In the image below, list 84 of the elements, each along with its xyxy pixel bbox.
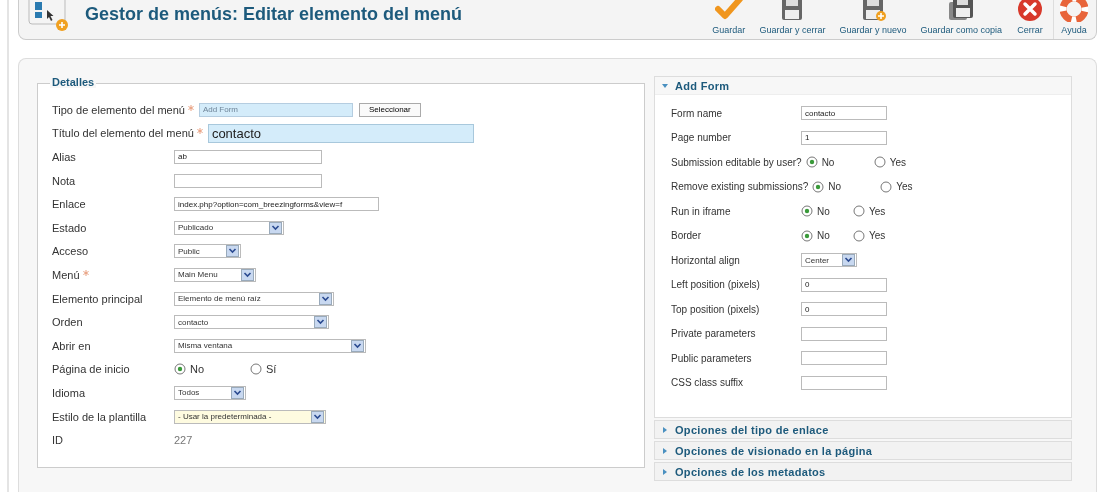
toolbar-button[interactable]: Guardar como copia xyxy=(913,0,1009,39)
input-field[interactable]: ab xyxy=(174,150,322,164)
radio-label: Yes xyxy=(869,230,886,242)
field-label: Alias xyxy=(52,151,76,163)
dropdown[interactable]: Publicado xyxy=(174,220,284,235)
dropdown[interactable]: Main Menu xyxy=(174,267,256,282)
dropdown[interactable]: contacto xyxy=(174,315,329,330)
field-label: Border xyxy=(671,230,702,242)
dropdown[interactable]: Public xyxy=(174,244,241,259)
radio-button[interactable] xyxy=(853,205,865,218)
toolbar-button[interactable]: Ayuda xyxy=(1053,0,1092,39)
dropdown[interactable]: Center xyxy=(801,253,857,268)
radio-label: No xyxy=(190,363,205,376)
radio-button[interactable] xyxy=(880,180,893,193)
toolbar-button[interactable]: Cerrar xyxy=(1009,0,1051,39)
field-label: Remove existing submissions? xyxy=(671,181,809,193)
title-field[interactable]: contacto xyxy=(207,123,474,143)
input-field[interactable]: Add Form xyxy=(198,102,353,117)
field-label: Enlace xyxy=(52,198,86,211)
field-label: Tipo de elemento del menú xyxy=(52,103,185,116)
input-field[interactable]: index.php?option=com_breezingforms&view=f xyxy=(174,197,379,212)
field-label: CSS class suffix xyxy=(671,377,745,389)
field-label: Orden xyxy=(52,316,83,329)
field-label: Run in iframe xyxy=(671,205,732,217)
input-field[interactable] xyxy=(801,326,887,341)
radio-label: Yes xyxy=(869,205,886,217)
panel-title[interactable]: Add Form xyxy=(675,79,730,92)
field-label: Idioma xyxy=(52,386,86,399)
field-label: Form name xyxy=(671,107,724,119)
field-label: Left position (pixels) xyxy=(671,279,761,291)
field-label: Top position (pixels) xyxy=(671,303,761,315)
id-value: 227 xyxy=(174,434,193,447)
radio-label: No xyxy=(817,205,830,217)
caret-right-icon[interactable] xyxy=(661,425,669,434)
caret-right-icon[interactable] xyxy=(661,446,669,455)
field-label: Título del elemento del menú xyxy=(52,127,194,140)
dropdown[interactable]: Elemento de menú raíz xyxy=(174,291,334,306)
toolbar-button[interactable]: Guardar xyxy=(705,0,753,39)
radio-button[interactable] xyxy=(250,363,262,376)
toolbar-button[interactable]: Guardar y cerrar xyxy=(752,0,833,39)
input-field[interactable]: 1 xyxy=(801,130,887,145)
field-label: Page number xyxy=(671,132,733,144)
radio-label: Yes xyxy=(889,156,906,168)
radio-button[interactable] xyxy=(853,229,865,242)
fieldset-legend: Detalles xyxy=(50,76,97,88)
check-icon xyxy=(714,0,743,22)
select-button[interactable]: Seleccionar xyxy=(358,102,421,117)
radio-button[interactable] xyxy=(801,205,813,218)
radio-label: No xyxy=(821,156,835,168)
page-title: Gestor de menús: Editar elemento del menú xyxy=(85,3,463,25)
field-label: Menú xyxy=(52,268,80,281)
toolbar-button[interactable]: Guardar y nuevo xyxy=(832,0,914,39)
dropdown[interactable]: Todos xyxy=(174,385,246,400)
radio-label: Sí xyxy=(266,363,277,376)
field-label: Página de inicio xyxy=(52,363,130,376)
radio-label: No xyxy=(817,230,830,242)
radio-button[interactable] xyxy=(805,156,818,169)
field-label: Abrir en xyxy=(52,339,91,352)
field-label: Estilo de la plantilla xyxy=(52,410,147,423)
field-label: Horizontal align xyxy=(671,254,741,266)
field-label: Acceso xyxy=(52,245,89,258)
input-field[interactable]: contacto xyxy=(801,106,887,121)
field-label: Public parameters xyxy=(671,352,753,364)
radio-button[interactable] xyxy=(873,156,886,169)
dropdown[interactable]: Misma ventana xyxy=(174,338,366,353)
radio-label: No xyxy=(828,181,842,193)
input-field[interactable] xyxy=(174,173,322,188)
radio-button[interactable] xyxy=(801,229,813,242)
caret-right-icon[interactable] xyxy=(661,467,669,476)
field-label: Estado xyxy=(52,221,87,234)
field-label: ID xyxy=(52,434,63,447)
field-label: Nota xyxy=(52,174,76,187)
radio-button[interactable] xyxy=(174,363,186,376)
field-label: Submission editable by user? xyxy=(671,156,802,168)
input-field[interactable] xyxy=(801,351,887,366)
radio-button[interactable] xyxy=(812,180,825,193)
input-field[interactable] xyxy=(801,375,887,390)
caret-down-icon[interactable] xyxy=(661,81,669,90)
radio-label: Yes xyxy=(896,181,913,193)
input-field[interactable]: 0 xyxy=(801,277,887,292)
field-label: Elemento principal xyxy=(52,292,143,305)
field-label: Private parameters xyxy=(671,328,757,340)
dropdown[interactable]: - Usar la predeterminada - xyxy=(174,409,326,424)
input-field[interactable]: 0 xyxy=(801,302,887,317)
